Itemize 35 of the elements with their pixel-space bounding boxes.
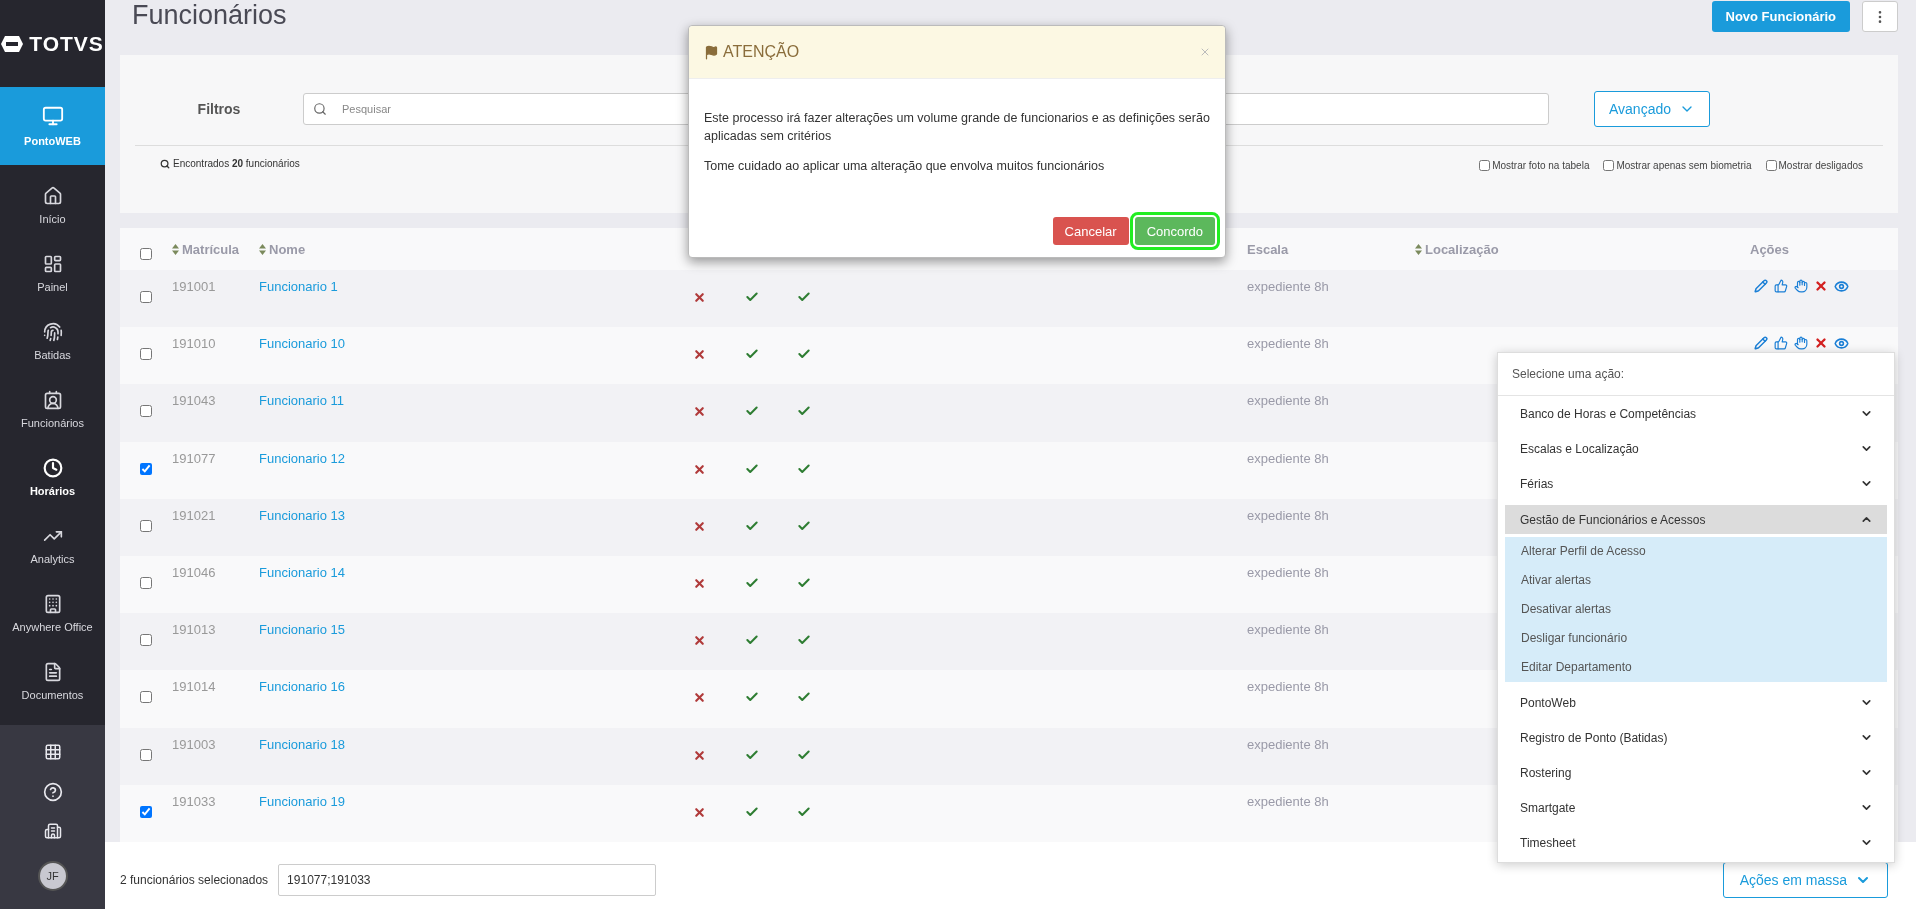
table-cell-text: 191033 <box>172 792 217 809</box>
table-cell-text: 191043 <box>172 392 217 409</box>
table-cell-text: expediente 8h <box>1247 335 1330 352</box>
dialog-message: Este processo irá fazer alterações um volume grande de funcionarios e as definições serão aplicadas sem critérios <box>704 110 1210 145</box>
option-label: Mostrar apenas sem biometria <box>1616 160 1752 171</box>
table-cell-text: expediente 8h <box>1247 449 1330 466</box>
table-cell-text: expediente 8h <box>1247 792 1330 809</box>
table-cell-text: expediente 8h <box>1247 735 1330 752</box>
page-title: Funcionários <box>132 0 287 31</box>
filter-label: Filtros <box>196 101 242 117</box>
table-cell-text: 191021 <box>172 506 217 523</box>
selection-count: 2 funcionários selecionados <box>120 872 269 887</box>
table-cell-text: expediente 8h <box>1247 278 1330 294</box>
menu-title: Selecione uma ação: <box>1498 353 1894 396</box>
table-cell-text: 191010 <box>172 335 217 352</box>
dialog-title: ATENÇÃO <box>723 43 800 61</box>
table-cell-text: 191003 <box>172 735 217 752</box>
table-cell-text: expediente 8h <box>1247 392 1330 409</box>
column-header: Escala <box>1247 241 1290 257</box>
table-cell-text: 191077 <box>172 449 217 466</box>
module-label: PontoWEB <box>24 135 81 147</box>
column-header: Ações <box>1750 241 1791 257</box>
table-cell-text: 191046 <box>172 563 217 580</box>
table-cell-text: 191014 <box>172 678 217 695</box>
table-cell-text: 191001 <box>172 278 217 294</box>
option-label: Mostrar foto na tabela <box>1492 160 1590 171</box>
table-cell-text: expediente 8h <box>1247 621 1330 638</box>
table-cell-text: expediente 8h <box>1247 678 1330 695</box>
logo-text: TOTVS <box>29 31 104 56</box>
option-label: Mostrar desligados <box>1778 160 1863 171</box>
table-cell-text: expediente 8h <box>1247 563 1330 580</box>
table-cell-text: 191013 <box>172 621 217 638</box>
results-count: Encontrados 20 funcionários <box>173 158 300 169</box>
dialog-message: Tome cuidado ao aplicar uma alteração que envolva muitos funcionários <box>704 158 1106 175</box>
table-cell-text: expediente 8h <box>1247 506 1330 523</box>
